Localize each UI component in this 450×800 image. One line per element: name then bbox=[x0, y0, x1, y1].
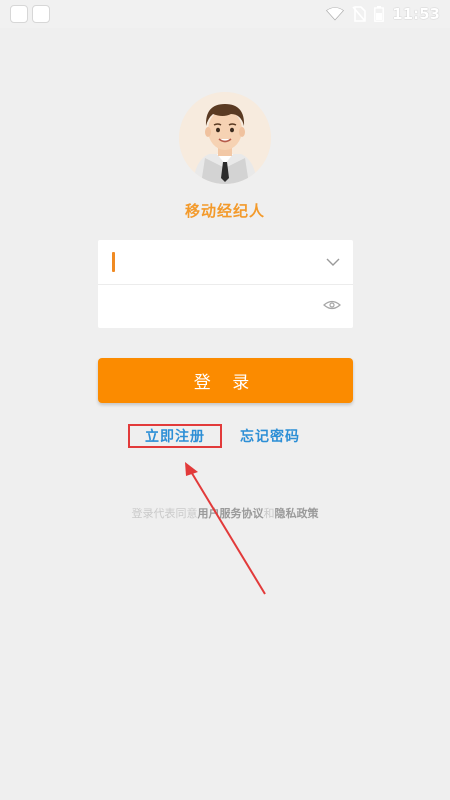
password-input[interactable] bbox=[110, 292, 310, 320]
text-cursor bbox=[112, 252, 115, 272]
terms-prefix: 登录代表同意 bbox=[131, 507, 198, 520]
register-link[interactable]: 立即注册 bbox=[128, 424, 222, 448]
app-name: 移动经纪人 bbox=[184, 202, 265, 220]
status-bar: 11:53 bbox=[0, 0, 450, 28]
phone-input[interactable] bbox=[110, 248, 310, 276]
privacy-policy-link[interactable]: 隐私政策 bbox=[275, 507, 319, 520]
user-agreement-link[interactable]: 用户服务协议 bbox=[198, 507, 264, 520]
clock: 11:53 bbox=[392, 5, 440, 23]
battery-icon bbox=[374, 6, 385, 22]
status-icons: 11:53 bbox=[326, 3, 440, 25]
auth-links: 立即注册 忘记密码 bbox=[0, 424, 450, 448]
agent-avatar-icon bbox=[179, 92, 271, 184]
notification-icon bbox=[32, 5, 50, 23]
no-sim-icon bbox=[352, 6, 367, 22]
password-field[interactable] bbox=[98, 284, 353, 328]
terms-notice: 登录代表同意用户服务协议和隐私政策 bbox=[0, 505, 450, 521]
wifi-icon bbox=[326, 7, 345, 21]
terms-and: 和 bbox=[263, 507, 275, 520]
eye-icon[interactable] bbox=[323, 298, 341, 312]
chevron-down-icon[interactable] bbox=[325, 254, 341, 270]
login-form bbox=[98, 240, 353, 328]
phone-field[interactable] bbox=[98, 240, 353, 285]
login-button[interactable]: 登 录 bbox=[98, 358, 353, 403]
forgot-password-link[interactable]: 忘记密码 bbox=[240, 424, 300, 448]
notification-icon bbox=[10, 5, 28, 23]
